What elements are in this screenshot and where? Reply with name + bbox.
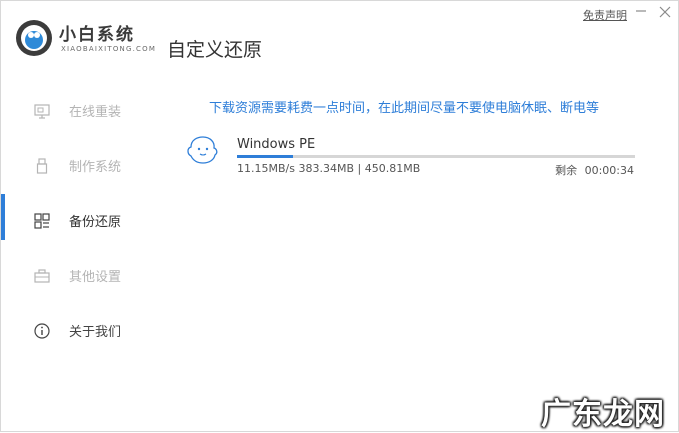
download-progress-fill — [237, 155, 293, 158]
disclaimer-link[interactable]: 免责声明 — [583, 7, 627, 23]
sidebar-item-online-reinstall[interactable]: 在线重装 — [1, 90, 151, 130]
brand-name: 小白系统 — [59, 25, 135, 45]
monitor-icon — [34, 104, 50, 119]
remaining-value: 00:00:34 — [584, 164, 634, 177]
sidebar-item-label: 其他设置 — [69, 270, 122, 285]
app-window: 小白系统 XIAOBAIXITONG.COM 自定义还原 免责声明 在线重装 制… — [0, 0, 679, 432]
logo-icon — [16, 20, 52, 56]
ghost-mascot-icon — [187, 136, 218, 164]
usb-icon — [36, 158, 48, 174]
download-item-name: Windows PE — [237, 137, 316, 152]
sidebar-item-backup-restore[interactable]: 备份还原 — [1, 200, 151, 240]
remaining-label: 剩余 — [555, 164, 578, 177]
sidebar-item-make-system[interactable]: 制作系统 — [1, 145, 151, 185]
remaining-time: 剩余 00:00:34 — [555, 162, 634, 178]
toolbox-icon — [34, 269, 50, 283]
stats-separator: | — [357, 162, 362, 175]
brand-subtitle: XIAOBAIXITONG.COM — [61, 45, 157, 53]
page-title: 自定义还原 — [167, 39, 263, 61]
sidebar-item-label: 在线重装 — [69, 105, 122, 120]
close-icon[interactable] — [657, 5, 673, 21]
downloaded-size: 383.34MB — [298, 162, 354, 175]
download-progress-bar — [237, 155, 635, 158]
sidebar-item-label: 关于我们 — [69, 325, 122, 340]
sidebar-item-label: 备份还原 — [69, 215, 122, 230]
minimize-icon[interactable] — [633, 3, 649, 19]
sidebar-item-other-settings[interactable]: 其他设置 — [1, 255, 151, 295]
info-icon — [34, 323, 50, 339]
download-speed: 11.15MB/s — [237, 162, 295, 175]
sidebar-item-about-us[interactable]: 关于我们 — [1, 310, 151, 350]
download-stats: 11.15MB/s 383.34MB | 450.81MB — [237, 162, 420, 175]
download-tip: 下载资源需要耗费一点时间，在此期间尽量不要使电脑休眠、断电等 — [209, 101, 600, 116]
total-size: 450.81MB — [364, 162, 421, 175]
sidebar-item-label: 制作系统 — [69, 160, 122, 175]
grid-icon — [34, 213, 50, 229]
watermark-text: 广东龙网 — [541, 397, 665, 432]
